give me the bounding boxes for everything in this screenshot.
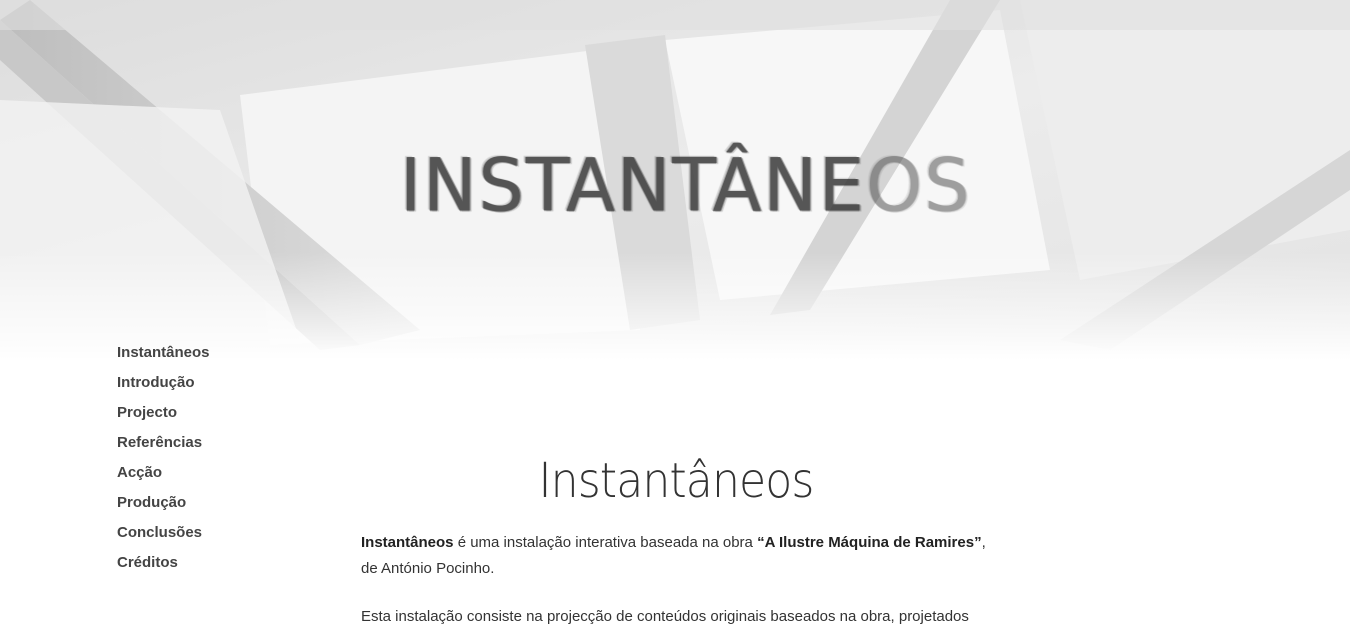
nav-item-introducao[interactable]: Introdução xyxy=(117,370,317,400)
intro-paragraph: Instantâneos é uma instalação interativa… xyxy=(361,530,1001,582)
intro-text-middle: é uma instalação interativa baseada na o… xyxy=(453,534,758,551)
hero-banner: INSTANTÂNEOS xyxy=(0,0,1350,360)
intro-bold-work-title: “A Ilustre Máquina de Ramires” xyxy=(757,534,982,551)
description-paragraph: Esta instalação consiste na projecção de… xyxy=(361,608,969,625)
side-nav: Instantâneos Introdução Projecto Referên… xyxy=(117,340,317,580)
nav-item-producao[interactable]: Produção xyxy=(117,490,317,520)
nav-item-projecto[interactable]: Projecto xyxy=(117,400,317,430)
intro-bold-name: Instantâneos xyxy=(361,534,454,551)
hero-logo-title: INSTANTÂNEOS xyxy=(400,138,970,233)
hero-title-fade: OS xyxy=(865,142,972,229)
hero-title-main: INSTANTÂNE xyxy=(400,142,866,229)
nav-item-conclusoes[interactable]: Conclusões xyxy=(117,520,317,550)
nav-item-instantaneos[interactable]: Instantâneos xyxy=(117,340,317,370)
page: INSTANTÂNEOS Instantâneos Introdução Pro… xyxy=(0,0,1350,631)
nav-item-accao[interactable]: Acção xyxy=(117,460,317,490)
nav-item-referencias[interactable]: Referências xyxy=(117,430,317,460)
page-title: Instantâneos xyxy=(538,453,815,509)
main-content: Instantâneos Instantâneos é uma instalaç… xyxy=(361,448,1001,631)
nav-item-creditos[interactable]: Créditos xyxy=(117,550,317,580)
